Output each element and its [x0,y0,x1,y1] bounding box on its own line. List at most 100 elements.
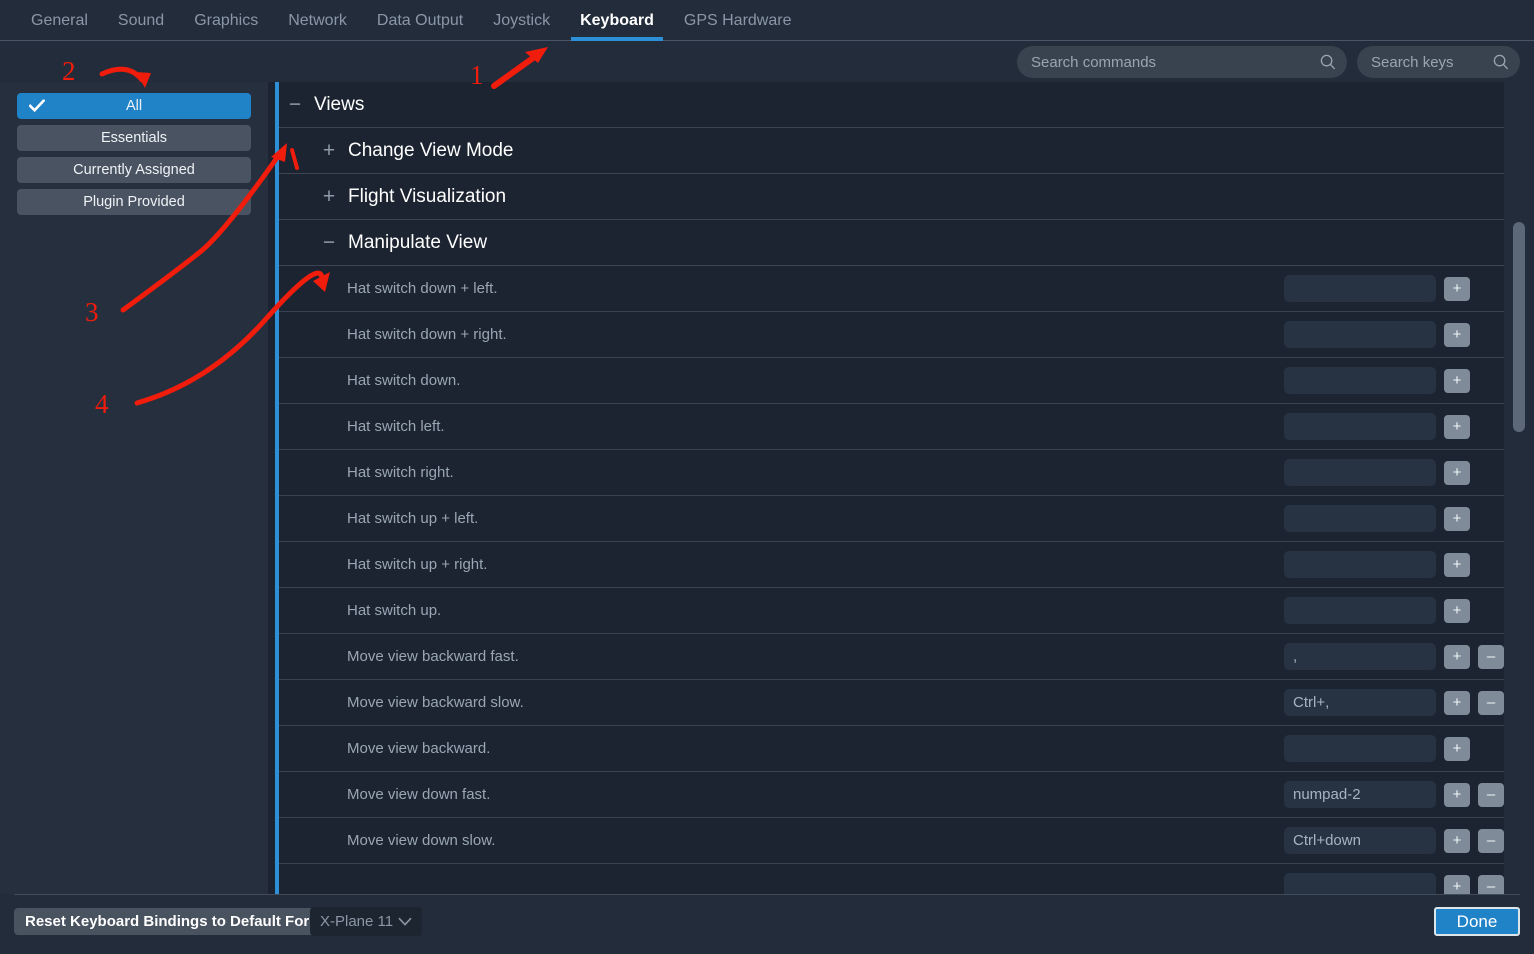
table-row[interactable]: Move view backward. + [279,726,1534,772]
binding-field[interactable]: Ctrl+, [1284,689,1436,716]
remove-binding-placeholder [1478,415,1504,439]
binding-field[interactable]: , [1284,643,1436,670]
remove-binding-button[interactable]: – [1478,690,1504,715]
filter-all[interactable]: All [17,93,251,119]
filter-currently-assigned[interactable]: Currently Assigned [17,157,251,183]
reset-keyboard-bindings-button[interactable]: Reset Keyboard Bindings to Default For: [14,908,326,935]
remove-binding-placeholder [1478,599,1504,623]
footer-bar: Reset Keyboard Bindings to Default For: … [0,894,1534,954]
table-row[interactable]: + – [279,864,1534,894]
add-binding-button[interactable]: + [1444,414,1470,439]
table-row[interactable]: Hat switch up. + [279,588,1534,634]
remove-binding-placeholder [1478,323,1504,347]
binding-field[interactable] [1284,873,1436,894]
table-row[interactable]: Hat switch down. + [279,358,1534,404]
filter-plugin-provided-label: Plugin Provided [83,194,185,210]
table-row[interactable]: Move view backward fast. , + – [279,634,1534,680]
annotation-arrow-1 [491,47,548,89]
group-manipulate-view[interactable]: − Manipulate View [279,220,1534,266]
binding-field[interactable] [1284,597,1436,624]
plus-icon[interactable]: + [320,140,338,161]
table-row[interactable]: Hat switch right. + [279,450,1534,496]
tab-data-output[interactable]: Data Output [362,0,478,41]
remove-binding-placeholder [1478,737,1504,761]
binding-field[interactable] [1284,275,1436,302]
add-binding-button[interactable]: + [1444,368,1470,393]
search-commands-box[interactable] [1017,46,1347,78]
commands-scrollbar-thumb[interactable] [1513,222,1525,432]
version-dropdown-value: X-Plane 11 [320,913,394,930]
binding-field[interactable] [1284,459,1436,486]
version-dropdown[interactable]: X-Plane 11 [310,907,422,936]
add-binding-button[interactable]: + [1444,598,1470,623]
command-label: Move view down fast. [347,786,491,803]
group-flight-visualization-label: Flight Visualization [348,185,507,207]
add-binding-button[interactable]: + [1444,690,1470,715]
commands-panel: − Views + Change View Mode + Flight Visu… [268,82,1534,894]
binding-field[interactable] [1284,413,1436,440]
command-label: Hat switch down. [347,372,461,389]
minus-icon[interactable]: − [286,94,304,115]
group-views-label: Views [314,93,365,115]
group-manipulate-view-label: Manipulate View [348,231,488,253]
tab-graphics[interactable]: Graphics [179,0,273,41]
binding-field[interactable] [1284,735,1436,762]
table-row[interactable]: Move view backward slow. Ctrl+, + – [279,680,1534,726]
tab-general[interactable]: General [16,0,103,41]
remove-binding-button[interactable]: – [1478,828,1504,853]
table-row[interactable]: Hat switch left. + [279,404,1534,450]
add-binding-button[interactable]: + [1444,644,1470,669]
add-binding-button[interactable]: + [1444,828,1470,853]
group-flight-visualization[interactable]: + Flight Visualization [279,174,1534,220]
remove-binding-button[interactable]: – [1478,782,1504,807]
binding-field[interactable]: Ctrl+down [1284,827,1436,854]
add-binding-button[interactable]: + [1444,552,1470,577]
table-row[interactable]: Hat switch down + left. + [279,266,1534,312]
remove-binding-button[interactable]: – [1478,874,1504,894]
group-change-view-mode[interactable]: + Change View Mode [279,128,1534,174]
minus-icon[interactable]: − [320,232,338,253]
tab-joystick[interactable]: Joystick [478,0,565,41]
group-views[interactable]: − Views [279,82,1534,128]
group-change-view-mode-label: Change View Mode [348,139,514,161]
add-binding-button[interactable]: + [1444,506,1470,531]
add-binding-button[interactable]: + [1444,460,1470,485]
plus-icon[interactable]: + [320,186,338,207]
binding-field[interactable] [1284,321,1436,348]
binding-field[interactable] [1284,505,1436,532]
add-binding-button[interactable]: + [1444,322,1470,347]
search-commands-input[interactable] [1017,46,1347,78]
filter-essentials[interactable]: Essentials [17,125,251,151]
command-label: Hat switch down + left. [347,280,498,297]
filter-currently-assigned-label: Currently Assigned [73,162,195,178]
table-row[interactable]: Hat switch up + left. + [279,496,1534,542]
search-keys-input[interactable] [1357,46,1520,78]
binding-field[interactable] [1284,551,1436,578]
table-row[interactable]: Hat switch down + right. + [279,312,1534,358]
table-row[interactable]: Move view down slow. Ctrl+down + – [279,818,1534,864]
tab-keyboard[interactable]: Keyboard [565,0,669,41]
remove-binding-placeholder [1478,461,1504,485]
done-button[interactable]: Done [1434,907,1520,936]
add-binding-button[interactable]: + [1444,874,1470,894]
tab-gps-hardware[interactable]: GPS Hardware [669,0,807,41]
tab-network[interactable]: Network [273,0,362,41]
add-binding-button[interactable]: + [1444,736,1470,761]
search-row [1017,46,1520,78]
command-label: Hat switch down + right. [347,326,507,343]
table-row[interactable]: Move view down fast. numpad-2 + – [279,772,1534,818]
binding-field[interactable] [1284,367,1436,394]
remove-binding-placeholder [1478,553,1504,577]
table-row[interactable]: Hat switch up + right. + [279,542,1534,588]
search-keys-box[interactable] [1357,46,1520,78]
tab-sound[interactable]: Sound [103,0,179,41]
binding-field[interactable]: numpad-2 [1284,781,1436,808]
add-binding-button[interactable]: + [1444,782,1470,807]
remove-binding-button[interactable]: – [1478,644,1504,669]
preferences-window: General Sound Graphics Network Data Outp… [0,0,1534,954]
filter-plugin-provided[interactable]: Plugin Provided [17,189,251,215]
command-label: Move view backward fast. [347,648,519,665]
add-binding-button[interactable]: + [1444,276,1470,301]
command-label: Move view backward. [347,740,491,757]
commands-scrollbar-track[interactable] [1504,82,1534,894]
